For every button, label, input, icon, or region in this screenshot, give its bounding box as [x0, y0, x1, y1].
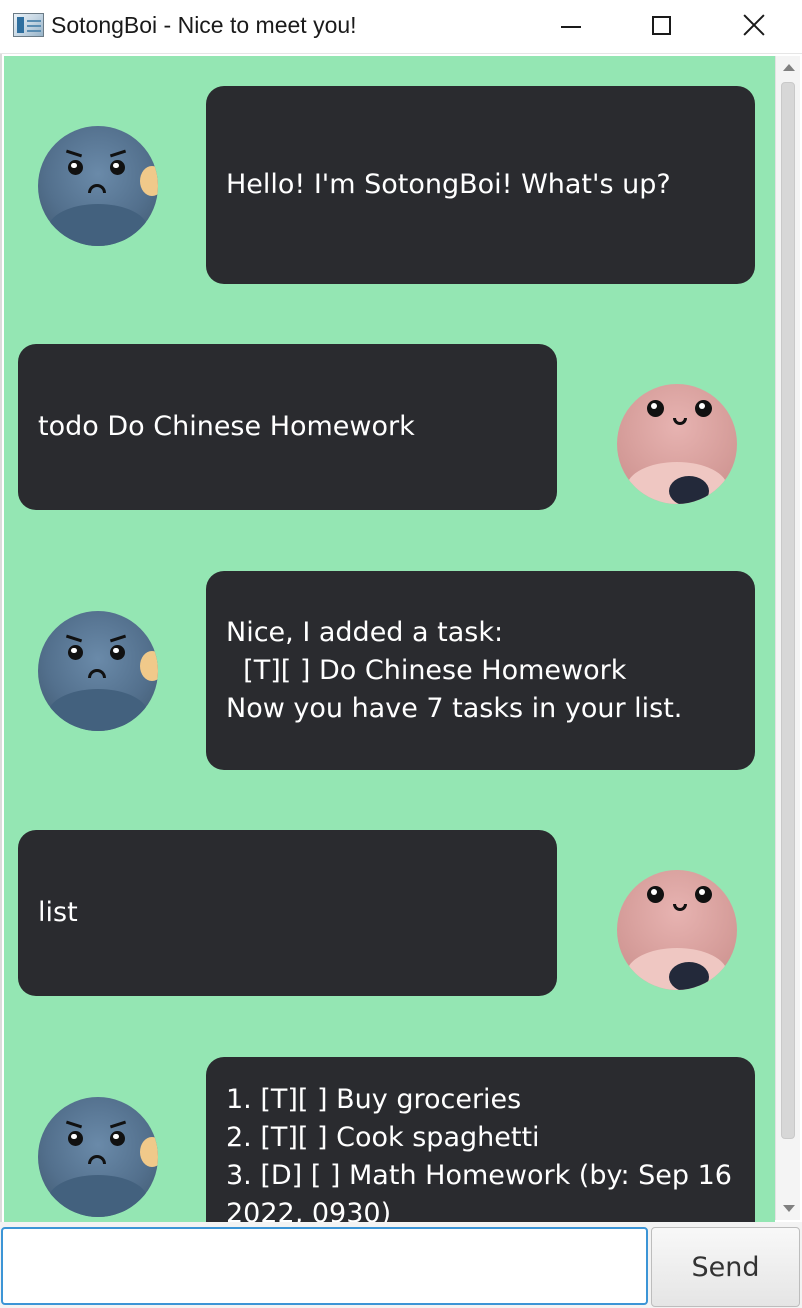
minimize-button[interactable] [525, 0, 617, 54]
user-message-bubble: todo Do Chinese Homework [18, 344, 557, 510]
send-button[interactable]: Send [651, 1227, 800, 1307]
user-message-text: list [38, 897, 78, 928]
scroll-down-arrow-icon[interactable] [783, 1205, 795, 1212]
close-button[interactable] [708, 0, 800, 54]
bot-avatar-image [38, 1097, 158, 1217]
maximize-icon [652, 16, 671, 35]
message-input[interactable] [1, 1227, 648, 1305]
bot-message-bubble: Hello! I'm SotongBoi! What's up? [206, 86, 755, 284]
bot-message-text: Nice, I added a task: [T][ ] Do Chinese … [226, 616, 683, 724]
bot-avatar-image [38, 611, 158, 731]
chat-scroll-pane[interactable]: Hello! I'm SotongBoi! What's up? todo Do… [0, 54, 802, 1222]
close-icon [743, 14, 765, 36]
bot-message-text: 1. [T][ ] Buy groceries 2. [T][ ] Cook s… [226, 1084, 732, 1222]
user-avatar-image [617, 870, 737, 990]
dialog-container: Hello! I'm SotongBoi! What's up? todo Do… [4, 56, 775, 1222]
bot-message-bubble: 1. [T][ ] Buy groceries 2. [T][ ] Cook s… [206, 1057, 755, 1222]
user-message-text: todo Do Chinese Homework [38, 411, 415, 442]
scroll-up-arrow-icon[interactable] [783, 64, 795, 71]
bot-message-text: Hello! I'm SotongBoi! What's up? [226, 169, 671, 200]
vertical-scrollbar[interactable] [775, 56, 800, 1220]
bot-message-bubble: Nice, I added a task: [T][ ] Do Chinese … [206, 571, 755, 770]
window-title-bar: SotongBoi - Nice to meet you! [0, 0, 802, 54]
user-message-bubble: list [18, 830, 557, 996]
scrollbar-thumb[interactable] [781, 82, 795, 1139]
maximize-button[interactable] [616, 0, 708, 54]
window-title: SotongBoi - Nice to meet you! [51, 12, 357, 38]
input-bar: Send [0, 1222, 802, 1308]
bot-avatar-image [38, 126, 158, 246]
user-avatar-image [617, 384, 737, 504]
minimize-icon [561, 26, 581, 28]
app-icon [13, 13, 44, 37]
